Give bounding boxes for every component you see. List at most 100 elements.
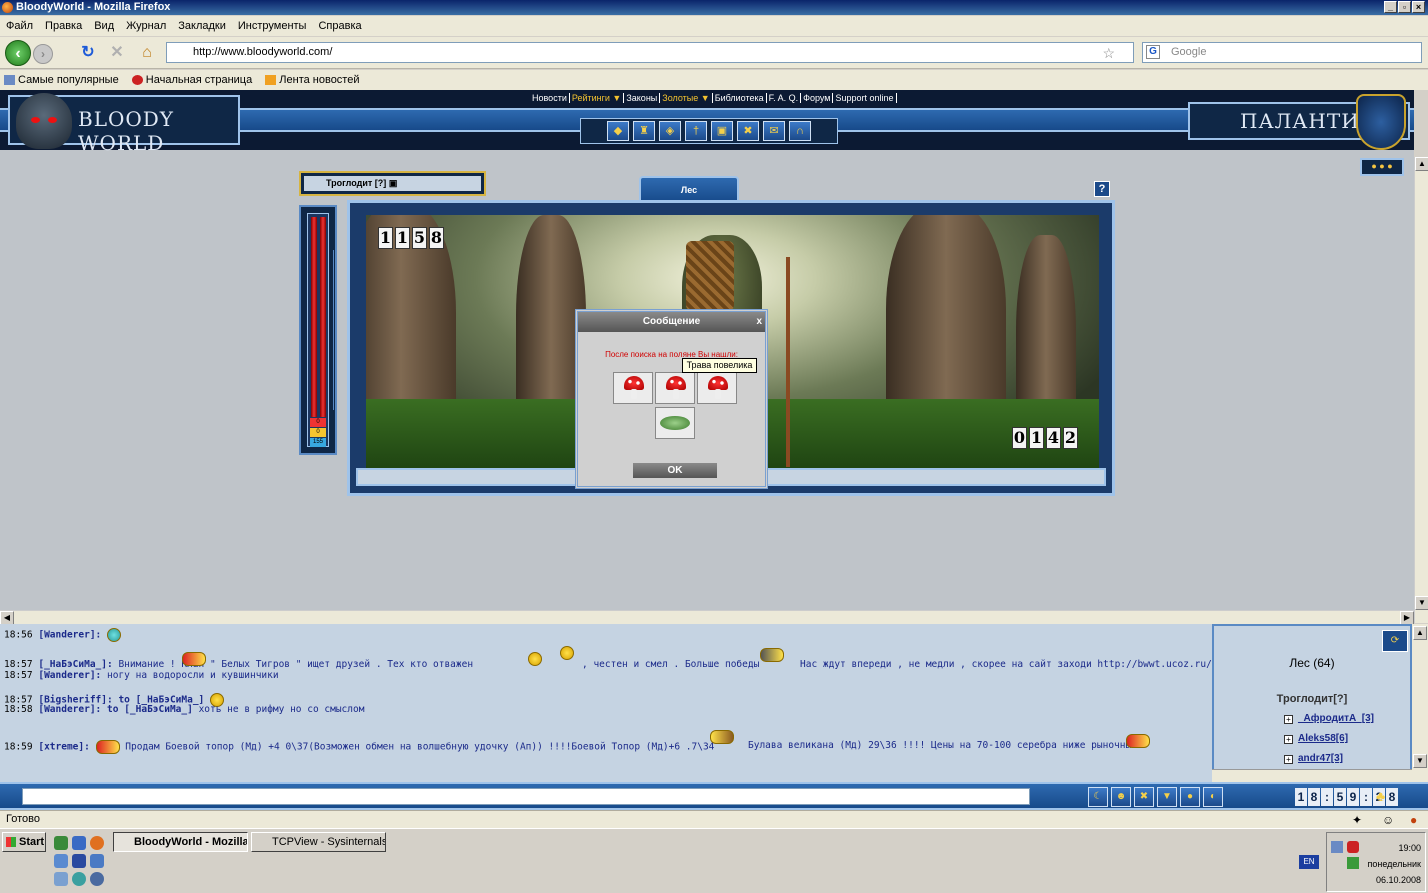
status-firefox-icon[interactable]: ● bbox=[1410, 812, 1417, 829]
nav-library[interactable]: Библиотека bbox=[712, 93, 767, 103]
item-slot[interactable] bbox=[613, 372, 653, 404]
scroll-left-arrow-icon[interactable]: ◀ bbox=[0, 611, 14, 625]
book-icon[interactable]: ▣ bbox=[711, 121, 733, 141]
bookmark-star-icon[interactable]: ☆ bbox=[1102, 44, 1115, 63]
close-button[interactable]: × bbox=[1412, 1, 1425, 13]
scroll-up-arrow-icon[interactable]: ▲ bbox=[1415, 157, 1428, 171]
stop-icon[interactable]: ✕ bbox=[104, 40, 130, 66]
language-indicator[interactable]: EN bbox=[1299, 855, 1319, 869]
start-button[interactable]: Start bbox=[2, 832, 46, 852]
quicklaunch-icon[interactable] bbox=[72, 872, 86, 886]
quicklaunch-icon[interactable] bbox=[72, 836, 86, 850]
moon-icon[interactable]: ☾ bbox=[1088, 787, 1108, 807]
scroll-right-arrow-icon[interactable]: ▶ bbox=[1400, 611, 1414, 625]
filter-icon[interactable]: ▼ bbox=[1157, 787, 1177, 807]
url-input[interactable]: http://www.bloodyworld.com/ ☆ bbox=[166, 42, 1134, 63]
gold-bag-icon[interactable]: ♣ bbox=[1376, 788, 1392, 806]
nav-ratings[interactable]: Рейтинги ▼ bbox=[569, 93, 625, 103]
taskbar-button-firefox[interactable]: BloodyWorld - Mozilla... bbox=[113, 832, 248, 852]
online-user[interactable]: _АфродитА_[3] bbox=[1298, 713, 1374, 724]
chat-input[interactable] bbox=[22, 788, 1030, 805]
quicklaunch-icon[interactable] bbox=[72, 854, 86, 868]
online-user[interactable]: andr47[3] bbox=[1298, 753, 1343, 764]
status-addon-icon[interactable]: ☺ bbox=[1382, 812, 1394, 829]
clear-icon[interactable]: ✖ bbox=[1134, 787, 1154, 807]
menu-help[interactable]: Справка bbox=[312, 16, 367, 36]
menu-tools[interactable]: Инструменты bbox=[232, 16, 313, 36]
bookmark-most-visited[interactable]: Самые популярные bbox=[0, 70, 125, 90]
clan-banner[interactable]: ПАЛАНТИН bbox=[1188, 94, 1410, 150]
expand-icon[interactable]: + bbox=[1284, 715, 1293, 724]
page-vertical-scrollbar[interactable]: ▲ ▼ bbox=[1414, 157, 1428, 623]
scroll-down-arrow-icon[interactable]: ▼ bbox=[1415, 596, 1428, 610]
smiles-icon[interactable]: ☻ bbox=[1111, 787, 1131, 807]
bookmark-news-feed[interactable]: Лента новостей bbox=[261, 70, 365, 90]
home-icon[interactable]: ⌂ bbox=[134, 40, 160, 66]
settings-icon[interactable]: ● bbox=[1180, 787, 1200, 807]
mail-icon[interactable]: ✉ bbox=[763, 121, 785, 141]
online-list-scrollbar[interactable]: ▲ ▼ bbox=[1412, 624, 1428, 782]
translit-icon[interactable]: ◐ bbox=[1203, 787, 1223, 807]
minimize-button[interactable]: _ bbox=[1384, 1, 1397, 13]
quicklaunch-firefox-icon[interactable] bbox=[90, 836, 104, 850]
scroll-up-arrow-icon[interactable]: ▲ bbox=[1413, 626, 1427, 640]
back-arrow-icon[interactable]: ‹ bbox=[5, 40, 31, 66]
item-slot[interactable] bbox=[655, 407, 695, 439]
dialog-close-button[interactable]: x bbox=[756, 312, 762, 332]
nav-faq[interactable]: F. A. Q. bbox=[766, 93, 802, 103]
nav-laws[interactable]: Законы bbox=[624, 93, 661, 103]
nav-forum[interactable]: Форум bbox=[801, 93, 834, 103]
online-list-hscrollbar[interactable] bbox=[1212, 769, 1412, 782]
menu-bookmarks[interactable]: Закладки bbox=[172, 16, 232, 36]
current-user[interactable]: Троглодит[?] bbox=[1214, 693, 1410, 705]
nav-gold[interactable]: Золотые ▼ bbox=[660, 93, 713, 103]
quicklaunch-icon[interactable] bbox=[90, 854, 104, 868]
scroll-down-arrow-icon[interactable]: ▼ bbox=[1413, 754, 1427, 768]
armor-icon[interactable]: ♜ bbox=[633, 121, 655, 141]
online-user[interactable]: Aleks58[6] bbox=[1298, 733, 1348, 744]
site-logo[interactable]: BLOODY WORLD bbox=[8, 93, 240, 155]
gold-coins-button[interactable]: ● ● ● bbox=[1360, 158, 1404, 176]
menu-edit[interactable]: Правка bbox=[39, 16, 88, 36]
help-button[interactable]: ? bbox=[1094, 181, 1110, 197]
quicklaunch-icon[interactable] bbox=[54, 854, 68, 868]
google-icon[interactable]: G bbox=[1146, 45, 1160, 59]
expand-icon[interactable]: + bbox=[1284, 755, 1293, 764]
menu-history[interactable]: Журнал bbox=[120, 16, 172, 36]
antivirus-icon[interactable] bbox=[1347, 841, 1359, 853]
maximize-button[interactable]: ▫ bbox=[1398, 1, 1411, 13]
forward-arrow-icon[interactable]: › bbox=[33, 44, 53, 64]
info-icon[interactable]: ▣ bbox=[389, 178, 398, 188]
item-slot[interactable] bbox=[697, 372, 737, 404]
chat-username[interactable]: [Wanderer]: bbox=[38, 670, 101, 681]
menu-file[interactable]: Файл bbox=[0, 16, 39, 36]
nav-news[interactable]: Новости bbox=[530, 93, 570, 103]
bookmark-start-page[interactable]: Начальная страница bbox=[128, 70, 258, 90]
expand-icon[interactable]: + bbox=[1284, 735, 1293, 744]
status-tool-icon[interactable]: ✦ bbox=[1352, 812, 1362, 829]
map-icon[interactable]: ✖ bbox=[737, 121, 759, 141]
quicklaunch-icon[interactable] bbox=[54, 836, 68, 850]
ok-button[interactable]: OK bbox=[633, 463, 717, 478]
door-icon[interactable]: ∩ bbox=[789, 121, 811, 141]
bag-icon[interactable]: ◆ bbox=[607, 121, 629, 141]
player-name[interactable]: Троглодит [?] ▣ bbox=[304, 176, 481, 191]
chat-username[interactable]: [Wanderer]: bbox=[38, 630, 101, 641]
quicklaunch-icon[interactable] bbox=[54, 872, 68, 886]
network-icon[interactable] bbox=[1331, 841, 1343, 853]
search-input[interactable]: G Google bbox=[1142, 42, 1422, 63]
location-tab[interactable]: Лес bbox=[639, 176, 739, 202]
menu-view[interactable]: Вид bbox=[88, 16, 120, 36]
chat-username[interactable]: [_НаБэСиМа_]: bbox=[38, 659, 112, 670]
refresh-list-icon[interactable]: ⟳ bbox=[1382, 630, 1408, 652]
chat-username[interactable]: [_НаБэСиМа_] bbox=[124, 704, 193, 715]
taskbar-button-tcpview[interactable]: TCPView - Sysinternals: ... bbox=[251, 832, 386, 852]
nav-support[interactable]: Support online bbox=[833, 93, 897, 103]
quicklaunch-icon[interactable] bbox=[90, 872, 104, 886]
shield-icon[interactable]: ◈ bbox=[659, 121, 681, 141]
reload-icon[interactable]: ↻ bbox=[75, 40, 101, 66]
sword-icon[interactable]: † bbox=[685, 121, 707, 141]
item-slot[interactable] bbox=[655, 372, 695, 404]
chat-username[interactable]: [xtreme]: bbox=[38, 742, 89, 753]
chat-username[interactable]: [Wanderer]: bbox=[38, 704, 101, 715]
